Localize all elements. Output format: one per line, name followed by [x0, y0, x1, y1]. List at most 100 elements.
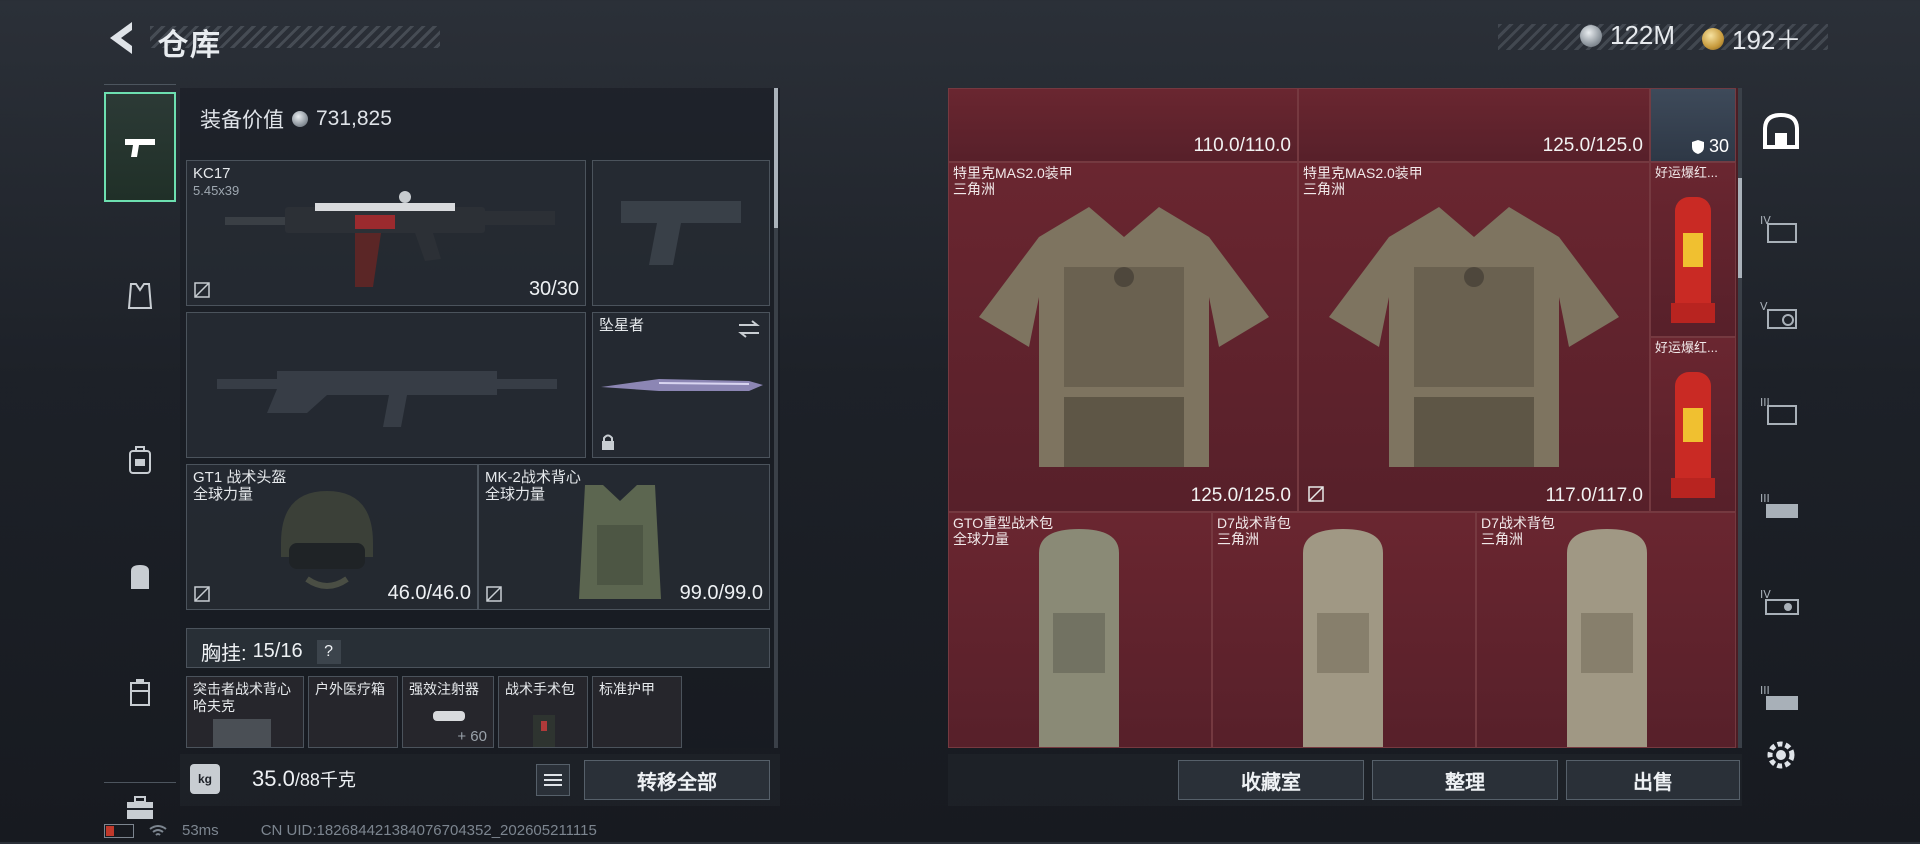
equipment-value-amount: 731,825 — [316, 107, 392, 130]
stash-item[interactable]: 特里克MAS2.0装甲 三角洲 125.0/125.0 — [948, 162, 1298, 512]
stash-item[interactable]: D7战术背包 三角洲 — [1212, 512, 1476, 748]
stash-item[interactable]: D7战术背包 三角洲 — [1476, 512, 1736, 748]
collection-room-button[interactable]: 收藏室 — [1178, 760, 1364, 800]
no-insure-icon — [486, 586, 502, 602]
swap-icon[interactable] — [737, 319, 761, 339]
helmet-slot[interactable]: GT1 战术头盔 全球力量 46.0/46.0 — [186, 464, 478, 610]
back-arrow-icon — [110, 22, 132, 54]
settings-button[interactable] — [1754, 728, 1808, 782]
backpack-alt-icon — [129, 446, 151, 474]
firecracker-image — [1671, 197, 1715, 323]
help-icon[interactable]: ? — [316, 639, 341, 664]
sidebar-item-case[interactable] — [104, 656, 176, 728]
rifle-silhouette-icon — [217, 371, 557, 427]
settings-gear-icon — [1767, 741, 1795, 769]
rig-item-count: + 60 — [457, 728, 487, 745]
rig-item[interactable]: 强效注射器 + 60 — [402, 676, 494, 748]
backpack-icon — [131, 565, 149, 589]
chest-rig-label: 胸挂: — [201, 643, 247, 665]
stash-item[interactable]: 特里克MAS2.0装甲 三角洲 117.0/117.0 — [1298, 162, 1650, 512]
melee-slot[interactable]: 坠星者 — [592, 312, 770, 458]
stash-tab-v-armor[interactable]: V — [1754, 288, 1808, 342]
stash-item[interactable]: 125.0/125.0 — [1298, 88, 1650, 162]
tier-iv-rig-icon: IV — [1760, 588, 1799, 615]
no-insure-icon — [194, 282, 210, 298]
weight-readout: 35.0/88千克 — [252, 766, 356, 792]
rig-item[interactable]: 战术手术包 — [498, 676, 588, 748]
svg-text:V: V — [1760, 300, 1768, 313]
chest-rig-count: 15/16 — [252, 640, 303, 662]
weight-capacity: /88千克 — [294, 770, 356, 790]
rig-item[interactable]: 突击者战术背心 哈夫克 — [186, 676, 304, 748]
rig-item[interactable]: 户外医疗箱 — [308, 676, 398, 748]
stash-item[interactable]: 30 — [1650, 88, 1736, 162]
stash-item[interactable]: 好运爆红... — [1650, 337, 1736, 512]
stash-item[interactable]: 110.0/110.0 — [948, 88, 1298, 162]
stash-tab-home[interactable] — [1754, 104, 1808, 158]
current-weight: 35.0 — [252, 766, 295, 791]
firecracker-image — [1671, 372, 1715, 498]
stash-category-sidebar: IV V III III IV III — [1748, 88, 1814, 769]
tier-v-armor-icon: V — [1760, 300, 1797, 329]
stash-tab-iii-armor[interactable]: III — [1754, 384, 1808, 438]
list-view-button[interactable] — [536, 764, 570, 796]
stash-tab-iv-armor[interactable]: IV — [1754, 202, 1808, 256]
backpack-image — [1039, 529, 1119, 747]
stash-scrollbar-thumb[interactable] — [1738, 178, 1742, 278]
stash-tab-iii-rig[interactable]: III — [1754, 480, 1808, 534]
vest-image — [579, 485, 661, 599]
stash-grid: 110.0/110.0 125.0/125.0 30 特里克MAS2.0装甲 三角… — [948, 88, 1742, 748]
secondary-weapon-slot[interactable] — [186, 312, 586, 458]
armor-image — [1329, 207, 1619, 467]
armor-durability: 99.0/99.0 — [679, 582, 763, 604]
gold-currency-value: 192＋ — [1732, 25, 1802, 55]
vest-item-image — [213, 719, 271, 747]
pistol-silhouette-icon — [621, 201, 741, 265]
armor-slot[interactable]: MK-2战术背心 全球力量 99.0/99.0 — [478, 464, 770, 610]
weight-icon: kg — [190, 764, 220, 794]
stash-tab-iv-rig[interactable]: IV — [1754, 576, 1808, 630]
gold-currency[interactable]: 192＋ — [1702, 20, 1801, 57]
armor-level: 30 — [1708, 136, 1729, 156]
primary-weapon-slot[interactable]: KC17 5.45x39 30/30 — [186, 160, 586, 306]
stash-tab-iii-rig-alt[interactable]: III — [1754, 672, 1808, 726]
svg-text:IV: IV — [1760, 214, 1771, 227]
sidebar-item-weapons[interactable] — [104, 92, 176, 202]
wifi-icon — [148, 824, 168, 838]
transfer-all-button[interactable]: 转移全部 — [584, 760, 770, 800]
lock-icon — [602, 434, 614, 450]
rig-item[interactable]: 标准护甲 — [592, 676, 682, 748]
sidebar-divider — [104, 782, 176, 783]
shield-icon — [1691, 139, 1704, 154]
silver-coin-icon — [1580, 24, 1602, 47]
stash-item[interactable]: GTO重型战术包 全球力量 — [948, 512, 1212, 748]
backpack-image — [1567, 529, 1647, 747]
pistol-slot[interactable] — [592, 160, 770, 306]
silver-currency[interactable]: 122M — [1580, 20, 1675, 51]
melee-name: 坠星者 — [599, 317, 645, 334]
tier-iii-rig-alt-icon: III — [1760, 684, 1798, 710]
organize-button[interactable]: 整理 — [1372, 760, 1558, 800]
stash-item[interactable]: 好运爆红... — [1650, 162, 1736, 337]
svg-text:III: III — [1760, 684, 1770, 697]
sidebar-item-backpack[interactable] — [104, 540, 176, 612]
page-title: 仓库 — [158, 29, 222, 62]
sidebar-item-armor[interactable] — [104, 260, 176, 332]
armor-name: MK-2战术背心 全球力量 — [485, 469, 581, 503]
sell-button[interactable]: 出售 — [1566, 760, 1740, 800]
left-scrollbar-thumb[interactable] — [774, 88, 778, 228]
weight-bar: kg 35.0/88千克 转移全部 — [180, 754, 780, 806]
svg-text:III: III — [1760, 492, 1770, 505]
rifle-image — [225, 191, 555, 287]
equipment-value-label: 装备价值 — [200, 109, 284, 132]
sidebar-item-rig[interactable] — [104, 424, 176, 496]
stash-action-bar: 收藏室 整理 出售 — [948, 754, 1742, 806]
knife-image — [601, 379, 763, 391]
injector-image — [433, 711, 465, 721]
no-insure-icon — [1308, 486, 1324, 502]
chest-rig-header[interactable]: 胸挂: 15/16 ? — [186, 628, 770, 668]
uid-text: CN UID:18268442138407670435​2_2026052111… — [260, 822, 597, 839]
back-button[interactable] — [104, 18, 140, 58]
tier-iii-rig-icon: III — [1760, 492, 1798, 518]
helmet-image — [281, 491, 373, 589]
